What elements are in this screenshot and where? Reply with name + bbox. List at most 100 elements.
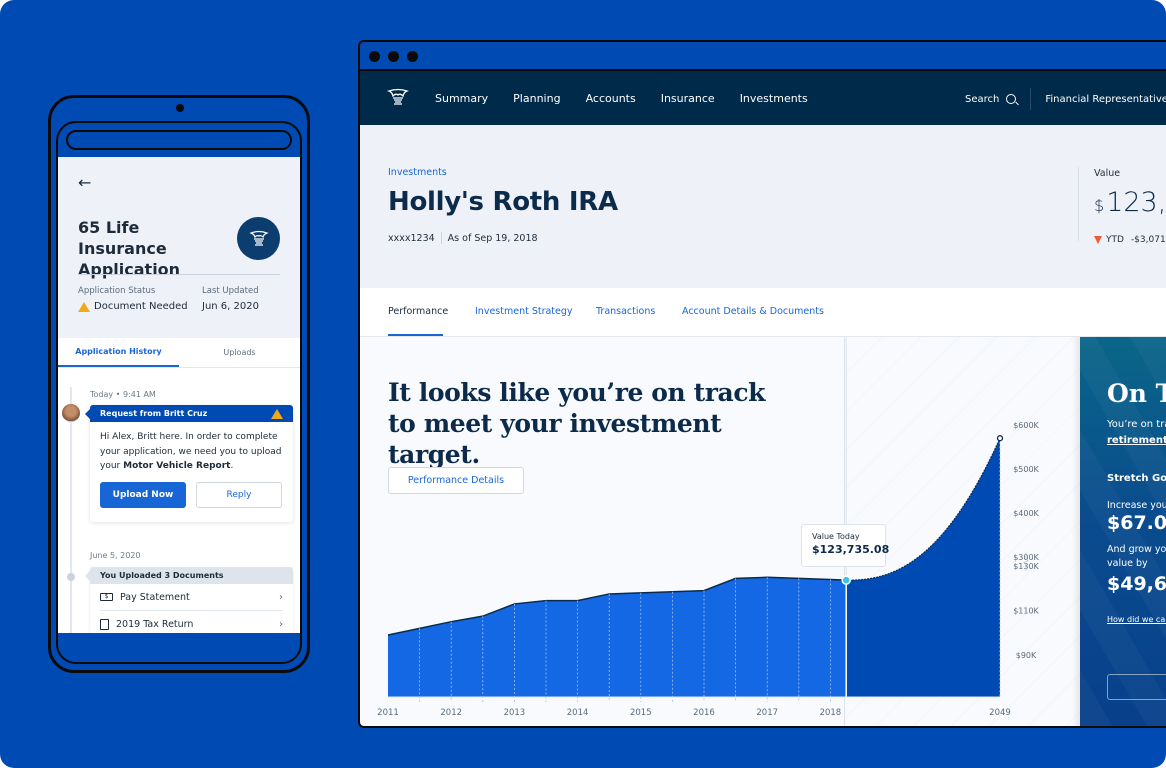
warning-icon — [78, 301, 90, 312]
nav-right: Search Financial Representative — [965, 71, 1166, 127]
tab-uploads[interactable]: Uploads — [179, 338, 300, 367]
historical-area — [388, 577, 847, 697]
breadcrumb[interactable]: Investments — [388, 167, 447, 178]
side-text: You’re on tra — [1107, 419, 1166, 430]
nav-summary[interactable]: Summary — [435, 92, 488, 105]
tab-account-details[interactable]: Account Details & Documents — [682, 306, 824, 317]
upload-item-pay-statement[interactable]: $ Pay Statement › — [100, 584, 283, 611]
mobile-top-bar — [66, 130, 292, 150]
top-navigation: Summary Planning Accounts Insurance Inve… — [360, 69, 1166, 125]
as-of-date: As of Sep 19, 2018 — [447, 232, 538, 244]
upload-item-label: Pay Statement — [120, 591, 190, 603]
x-tick-label: 2014 — [567, 708, 589, 718]
request-header: Request from Britt Cruz — [85, 405, 293, 422]
chevron-right-icon: › — [279, 591, 283, 603]
reply-button[interactable]: Reply — [196, 481, 282, 508]
document-icon — [100, 618, 109, 630]
chevron-right-icon: › — [279, 618, 283, 630]
upload-now-button[interactable]: Upload Now — [100, 481, 186, 508]
grow-line2: value by — [1107, 558, 1148, 569]
close-dot[interactable] — [369, 51, 380, 62]
status-text: Document Needed — [94, 301, 188, 312]
mobile-frame: ← 65 Life Insurance Application Applicat… — [56, 121, 302, 664]
updated-label: Last Updated — [202, 286, 259, 296]
nav-accounts[interactable]: Accounts — [586, 92, 636, 105]
x-tick-label: 2049 — [989, 708, 1011, 718]
timeline-dot — [67, 573, 75, 581]
x-tick-label: 2016 — [693, 708, 715, 718]
y-tick-label: $110K — [1013, 607, 1039, 616]
tab-investment-strategy[interactable]: Investment Strategy — [475, 306, 573, 317]
mobile-tabs: Application History Uploads — [58, 338, 300, 368]
divider — [78, 274, 280, 275]
how-calculated-link[interactable]: How did we calc — [1107, 615, 1166, 624]
x-tick-label: 2013 — [504, 708, 526, 718]
side-title: On T — [1107, 379, 1166, 408]
avatar — [62, 404, 80, 422]
request-header-text: Request from Britt Cruz — [100, 409, 208, 418]
retirement-goal-link[interactable]: retirement g — [1107, 435, 1166, 446]
message-bold: Motor Vehicle Report — [123, 461, 231, 471]
panel-shadow — [1072, 337, 1080, 726]
account-tabs: Performance Investment Strategy Transact… — [360, 288, 1166, 337]
mobile-device: ← 65 Life Insurance Application Applicat… — [48, 95, 310, 673]
y-tick-label: $600K — [1013, 421, 1039, 430]
tab-performance[interactable]: Performance — [388, 306, 448, 317]
tooltip-value: $123,735.08 — [812, 543, 890, 556]
status-label: Application Status — [78, 286, 156, 296]
upload-date: June 5, 2020 — [90, 551, 141, 560]
y-tick-label: $500K — [1013, 465, 1039, 474]
brand-logo-icon — [237, 217, 280, 260]
timeline-line — [70, 387, 72, 633]
divider — [1078, 167, 1079, 241]
mobile-screen: ← 65 Life Insurance Application Applicat… — [58, 157, 300, 633]
account-header: Investments Holly's Roth IRA xxxx1234 As… — [360, 125, 1166, 288]
y-tick-label: $400K — [1013, 509, 1039, 518]
ytd-value: -$3,071.9 — [1130, 235, 1166, 245]
upload-item-label: 2019 Tax Return — [116, 618, 194, 630]
increase-text: Increase your — [1107, 500, 1166, 511]
application-header: ← 65 Life Insurance Application Applicat… — [58, 157, 300, 338]
warning-icon — [271, 408, 283, 419]
search-label[interactable]: Search — [965, 94, 999, 105]
grow-amount: $49,60 — [1107, 573, 1166, 595]
request-card: Request from Britt Cruz Hi Alex, Britt h… — [85, 405, 293, 522]
search-icon[interactable] — [1006, 94, 1020, 106]
tooltip-label: Value Today — [812, 532, 860, 541]
upload-header: You Uploaded 3 Documents — [85, 567, 293, 584]
account-number: xxxx1234 — [388, 232, 435, 244]
value-label: Value — [1094, 168, 1121, 179]
updated-value: Jun 6, 2020 — [202, 301, 259, 312]
x-tick-label: 2018 — [820, 708, 842, 718]
nav-planning[interactable]: Planning — [513, 92, 560, 105]
value-amount: 123,73 — [1106, 187, 1166, 218]
y-tick-label: $90K — [1016, 651, 1037, 660]
request-actions: Upload Now Reply — [90, 481, 293, 508]
value-today-tooltip: Value Today $123,735.08 — [801, 524, 890, 567]
today-marker — [841, 575, 851, 585]
down-triangle-icon — [1094, 236, 1102, 244]
nav-insurance[interactable]: Insurance — [661, 92, 715, 105]
x-tick-label: 2011 — [377, 708, 399, 718]
x-tick-label: 2015 — [630, 708, 652, 718]
minimize-dot[interactable] — [388, 51, 399, 62]
request-message: Hi Alex, Britt here. In order to complet… — [90, 422, 293, 482]
nav-investments[interactable]: Investments — [740, 92, 808, 105]
back-arrow-icon[interactable]: ← — [78, 173, 91, 192]
upload-card: You Uploaded 3 Documents $ Pay Statement… — [85, 567, 293, 633]
financial-rep-link[interactable]: Financial Representative — [1045, 94, 1166, 105]
side-action-button[interactable] — [1107, 674, 1166, 700]
maximize-dot[interactable] — [407, 51, 418, 62]
upload-item-tax-return[interactable]: 2019 Tax Return › — [100, 611, 283, 633]
brand-logo-icon[interactable] — [387, 87, 409, 109]
message-suffix: . — [230, 461, 234, 471]
divider — [440, 232, 442, 244]
tab-transactions[interactable]: Transactions — [596, 306, 655, 317]
tab-application-history[interactable]: Application History — [58, 338, 179, 367]
end-marker — [996, 435, 1004, 442]
ytd-change: YTD -$3,071.9 — [1094, 235, 1166, 245]
request-time: Today • 9:41 AM — [90, 390, 156, 399]
performance-chart: 2011 2012 2013 2014 2015 2016 2017 2018 2049$300… — [377, 337, 1040, 718]
browser-window: Summary Planning Accounts Insurance Inve… — [358, 40, 1166, 728]
grow-text: And grow you value by — [1107, 543, 1166, 571]
